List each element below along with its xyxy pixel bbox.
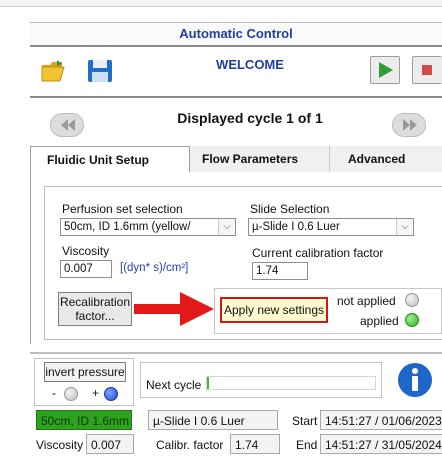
- not-applied-label: not applied: [337, 294, 396, 308]
- minus-label: -: [52, 386, 56, 400]
- perfusion-set-value: 50cm, ID 1.6mm (yellow/: [64, 221, 191, 233]
- calibration-factor-value: 1.74: [256, 265, 279, 277]
- invert-pressure-label: invert pressure: [45, 365, 125, 379]
- start-time-field: 14:51:27 / 01/06/2023: [320, 410, 442, 430]
- calibration-status-field: 1.74: [230, 434, 280, 454]
- start-label: Start: [292, 414, 318, 428]
- apply-button-label: Apply new settings: [223, 303, 325, 317]
- tab-label: Fluidic Unit Setup: [47, 153, 149, 167]
- floppy-save-icon[interactable]: [86, 58, 114, 87]
- applied-label: applied: [360, 314, 399, 328]
- next-cycle-label: Next cycle: [146, 378, 202, 392]
- next-cycle-progress: [206, 376, 376, 390]
- plus-label: +: [92, 386, 100, 400]
- applied-indicator: [405, 313, 419, 327]
- slide-selection-value: µ-Slide I 0.6 Luer: [252, 221, 340, 233]
- invert-pressure-button[interactable]: invert pressure: [44, 362, 126, 382]
- calibration-status-value: 1.74: [235, 438, 259, 452]
- fast-forward-icon: [403, 119, 417, 131]
- pressure-positive-indicator: [104, 387, 118, 401]
- perfusion-set-label: Perfusion set selection: [62, 202, 183, 216]
- viscosity-unit: [(dyn* s)/cm²]: [120, 262, 189, 274]
- pressure-negative-indicator: [64, 387, 78, 401]
- chevron-down-icon: ⌵: [396, 219, 413, 235]
- previous-cycle-button[interactable]: [50, 113, 84, 137]
- title-bar: Automatic Control: [30, 22, 442, 47]
- recalibration-button-label: Recalibration factor...: [59, 295, 131, 323]
- apply-new-settings-button[interactable]: Apply new settings: [220, 297, 328, 323]
- info-icon: [398, 363, 432, 397]
- perfusion-status-field: 50cm, ID 1.6mm: [36, 410, 132, 430]
- info-button[interactable]: [392, 360, 438, 400]
- viscosity-value: 0.007: [64, 263, 93, 275]
- slide-selection-label: Slide Selection: [250, 202, 330, 216]
- slide-selection-dropdown[interactable]: µ-Slide I 0.6 Luer ⌵: [248, 218, 414, 236]
- next-cycle-progress-fill: [207, 377, 209, 389]
- slide-status-field: µ-Slide I 0.6 Luer: [148, 410, 278, 430]
- toolbar-separator: [30, 96, 442, 98]
- stop-button[interactable]: [412, 56, 442, 84]
- perfusion-set-dropdown[interactable]: 50cm, ID 1.6mm (yellow/ ⌵: [60, 218, 236, 236]
- status-area-separator: [30, 352, 442, 354]
- calibration-factor-field: 1.74: [252, 262, 308, 280]
- chevron-down-icon: ⌵: [218, 219, 235, 235]
- end-label: End: [296, 438, 318, 452]
- calibration-status-label: Calibr. factor: [156, 438, 224, 452]
- tab-fluidic-unit-setup[interactable]: Fluidic Unit Setup: [30, 146, 190, 172]
- not-applied-indicator: [405, 293, 419, 307]
- folder-open-icon[interactable]: [40, 58, 68, 87]
- viscosity-label: Viscosity: [62, 244, 110, 258]
- end-time-value: 14:51:27 / 31/05/2024: [325, 438, 442, 452]
- viscosity-input[interactable]: 0.007: [60, 260, 112, 278]
- slide-status-value: µ-Slide I 0.6 Luer: [153, 414, 245, 428]
- start-time-value: 14:51:27 / 01/06/2023: [325, 414, 442, 428]
- perfusion-status-value: 50cm, ID 1.6mm: [41, 414, 130, 428]
- red-arrow-annotation: [134, 292, 214, 326]
- play-button[interactable]: [370, 56, 400, 84]
- window-top-edge: [0, 0, 442, 7]
- viscosity-status-value: 0.007: [91, 438, 122, 452]
- viscosity-status-label: Viscosity: [36, 438, 84, 452]
- stop-icon: [422, 65, 432, 75]
- app-title: Automatic Control: [179, 26, 293, 41]
- play-icon: [379, 62, 393, 78]
- calibration-factor-label: Current calibration factor: [252, 246, 384, 260]
- viscosity-status-field: 0.007: [86, 434, 134, 454]
- recalibration-factor-button[interactable]: Recalibration factor...: [58, 292, 132, 326]
- tab-advanced[interactable]: Advanced: [330, 146, 442, 172]
- next-cycle-button[interactable]: [392, 113, 426, 137]
- cycle-title: Displayed cycle 1 of 1: [177, 110, 323, 126]
- end-time-field: 14:51:27 / 31/05/2024: [320, 434, 442, 454]
- welcome-text: WELCOME: [216, 57, 284, 72]
- tab-label: Advanced: [348, 152, 406, 166]
- tab-label: Flow Parameters: [202, 152, 299, 166]
- tab-bar: Fluidic Unit Setup Flow Parameters Advan…: [30, 146, 442, 173]
- rewind-icon: [61, 119, 75, 131]
- tab-flow-parameters[interactable]: Flow Parameters: [190, 146, 330, 172]
